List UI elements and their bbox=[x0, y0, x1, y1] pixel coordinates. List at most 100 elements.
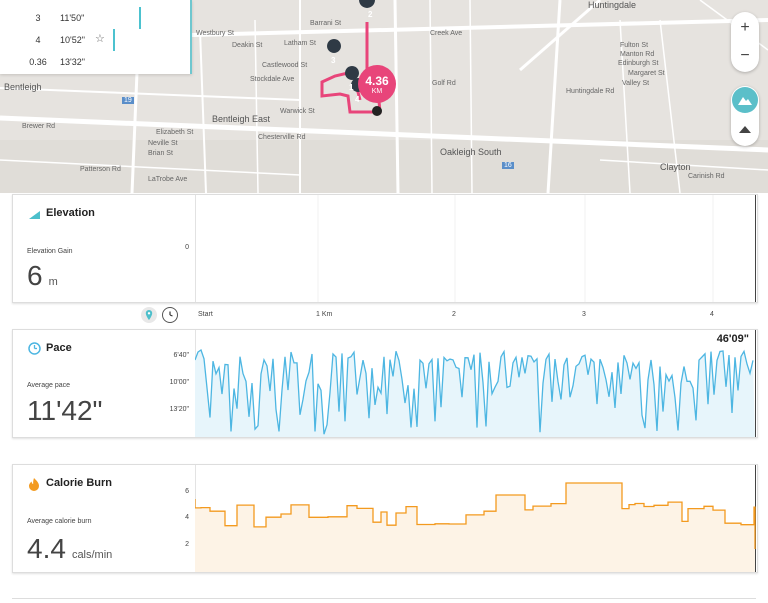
calorie-info: Calorie Burn Average calorie burn 4.4 cal… bbox=[13, 465, 196, 572]
splits-table: 3 11'50" 4 10'52" ☆ 0.36 13'32" bbox=[0, 0, 192, 74]
split-km: 4 bbox=[35, 35, 41, 45]
location-pin-icon bbox=[145, 310, 153, 320]
average-pace-value: 11'42" bbox=[27, 395, 103, 426]
average-calorie-label: Average calorie burn bbox=[27, 518, 92, 525]
average-calorie-unit: cals/min bbox=[71, 549, 113, 561]
star-icon: ☆ bbox=[95, 33, 105, 45]
average-pace-label: Average pace bbox=[27, 382, 71, 389]
pace-info: Pace Average pace 11'42" 6'40" 10'00" 13… bbox=[13, 330, 196, 437]
elevation-gain-unit: m bbox=[48, 276, 58, 288]
time-mode-button[interactable] bbox=[162, 307, 178, 323]
pace-ytick: 10'00" bbox=[169, 379, 189, 386]
divider bbox=[12, 598, 756, 599]
axis-tick-label: 4 bbox=[710, 311, 714, 318]
pace-ytick: 13'20" bbox=[169, 406, 189, 413]
clock-icon bbox=[28, 342, 41, 355]
average-calorie-value: 4.4 cals/min bbox=[27, 533, 112, 565]
street-label: Chesterville Rd bbox=[258, 134, 306, 141]
axis-tick-label: 3 bbox=[582, 311, 586, 318]
street-label: Brewer Rd bbox=[22, 123, 56, 130]
average-calorie-number: 4.4 bbox=[27, 533, 66, 564]
calorie-ytick: 6 bbox=[185, 488, 189, 495]
calorie-title: Calorie Burn bbox=[46, 477, 113, 489]
street-label: Deakin St bbox=[232, 42, 263, 49]
total-time: 46'09" bbox=[716, 333, 749, 345]
street-label: Elizabeth St bbox=[156, 129, 194, 136]
distance-value: 4.36 bbox=[365, 74, 389, 88]
street-label: Manton Rd bbox=[620, 51, 655, 58]
street-label: Stockdale Ave bbox=[250, 76, 295, 83]
pace-plot bbox=[195, 330, 756, 437]
street-label: Neville St bbox=[148, 140, 178, 147]
axis-tick-label: 1 Km bbox=[316, 311, 333, 318]
suburb-label: Huntingdale bbox=[588, 0, 637, 10]
marker-label: 4 bbox=[355, 95, 360, 104]
street-label: Warwick St bbox=[280, 108, 315, 115]
terrain-toggle[interactable] bbox=[732, 87, 758, 113]
pace-ytick: 6'40" bbox=[173, 352, 189, 359]
elevation-plot bbox=[195, 195, 756, 302]
street-label: Patterson Rd bbox=[80, 166, 121, 173]
zoom-out-button[interactable]: − bbox=[731, 42, 759, 70]
street-label: Huntingdale Rd bbox=[566, 88, 615, 95]
elevation-info: Elevation Elevation Gain 6m 0 bbox=[13, 195, 196, 302]
mountain-outline-icon bbox=[739, 126, 751, 133]
distance-axis: Start 1 Km 2 3 4 bbox=[182, 305, 756, 323]
calorie-panel: Calorie Burn Average calorie burn 4.4 cal… bbox=[12, 464, 758, 573]
split-km: 0.36 bbox=[29, 57, 47, 67]
satellite-toggle[interactable] bbox=[732, 117, 758, 143]
street-label: Golf Rd bbox=[432, 80, 456, 87]
street-label: Fulton St bbox=[620, 42, 649, 49]
elevation-title: Elevation bbox=[46, 207, 95, 219]
calorie-area bbox=[195, 483, 755, 572]
split-pace: 13'32" bbox=[60, 57, 85, 67]
street-label: Latham St bbox=[284, 40, 316, 47]
street-label: Margaret St bbox=[628, 70, 665, 77]
distance-mode-button[interactable] bbox=[141, 307, 157, 323]
split-km: 3 bbox=[35, 13, 41, 23]
route-shield: 16 bbox=[502, 162, 514, 169]
split-bar bbox=[139, 7, 141, 29]
marker-label: 3 bbox=[331, 56, 336, 65]
zoom-in-button[interactable]: + bbox=[731, 14, 759, 42]
street-label: LaTrobe Ave bbox=[148, 176, 188, 183]
marker-label: 2 bbox=[368, 10, 373, 19]
street-label: Brian St bbox=[148, 150, 173, 157]
calorie-ytick: 2 bbox=[185, 541, 189, 548]
street-label: Barrani St bbox=[310, 20, 342, 27]
elevation-gain-number: 6 bbox=[27, 260, 43, 291]
elevation-gain-label: Elevation Gain bbox=[27, 248, 73, 255]
pace-title: Pace bbox=[46, 342, 72, 354]
street-label: Carinish Rd bbox=[688, 173, 725, 180]
street-label: Westbury St bbox=[196, 30, 234, 37]
elevation-ytick: 0 bbox=[185, 244, 189, 251]
street-label: Edinburgh St bbox=[618, 60, 659, 67]
elevation-panel: Elevation Elevation Gain 6m 0 bbox=[12, 194, 758, 303]
street-label: Castlewood St bbox=[262, 62, 308, 69]
split-pace: 11'50" bbox=[60, 13, 85, 23]
split-pace: 10'52" bbox=[60, 35, 85, 45]
street-label: Valley St bbox=[622, 80, 650, 87]
marker-label: 1 bbox=[349, 83, 354, 92]
suburb-label: Bentleigh East bbox=[212, 114, 271, 124]
mountain-icon bbox=[738, 97, 752, 105]
split-bar bbox=[113, 29, 115, 51]
split-row[interactable]: 4 10'52" ☆ bbox=[0, 29, 190, 51]
route-map[interactable]: 2 3 1 4 4.36 KM Huntingdale Bentleigh Be… bbox=[0, 0, 768, 193]
elevation-gain-value: 6m bbox=[27, 260, 58, 292]
axis-tick-label: Start bbox=[198, 311, 213, 318]
elevation-icon bbox=[29, 211, 40, 219]
route-shield: 19 bbox=[122, 97, 134, 104]
distance-unit: KM bbox=[371, 88, 383, 95]
distance-badge: 4.36 KM bbox=[358, 65, 396, 103]
suburb-label: Oakleigh South bbox=[440, 147, 502, 157]
flame-icon bbox=[29, 478, 39, 491]
split-row[interactable]: 3 11'50" bbox=[0, 7, 190, 29]
split-row[interactable]: 0.36 13'32" bbox=[0, 51, 190, 73]
axis-tick-label: 2 bbox=[452, 311, 456, 318]
pace-panel: Pace Average pace 11'42" 6'40" 10'00" 13… bbox=[12, 329, 758, 438]
zoom-control: + − bbox=[731, 12, 759, 72]
calorie-plot bbox=[195, 465, 756, 572]
suburb-label: Clayton bbox=[660, 162, 691, 172]
calorie-ytick: 4 bbox=[185, 514, 189, 521]
